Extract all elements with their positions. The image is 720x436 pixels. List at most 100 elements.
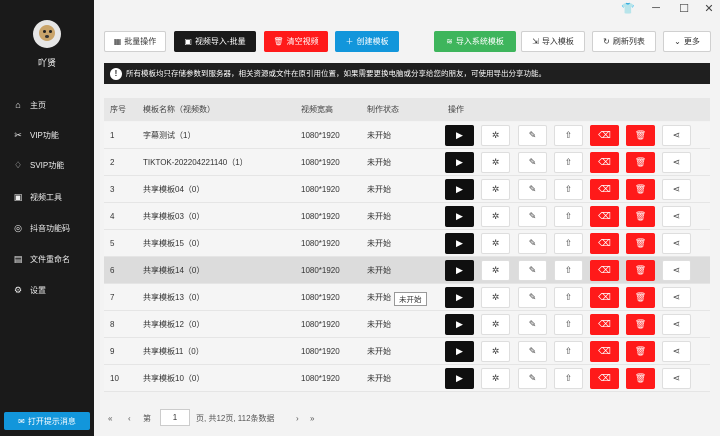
delete-button[interactable]: 🗑 xyxy=(626,260,655,281)
settings-button[interactable]: ✲ xyxy=(481,206,510,227)
share-button[interactable]: ⋖ xyxy=(662,125,691,146)
settings-button[interactable]: ✲ xyxy=(481,125,510,146)
share-button[interactable]: ⋖ xyxy=(662,233,691,254)
batch-operation-button[interactable]: ▦ 批量操作 xyxy=(104,31,166,52)
clear-button[interactable]: ⌫ xyxy=(590,125,619,146)
delete-button[interactable]: 🗑 xyxy=(626,206,655,227)
edit-button[interactable]: ✎ xyxy=(518,233,547,254)
clear-button[interactable]: ⌫ xyxy=(590,206,619,227)
edit-button[interactable]: ✎ xyxy=(518,287,547,308)
edit-button[interactable]: ✎ xyxy=(518,152,547,173)
clear-button[interactable]: ⌫ xyxy=(590,341,619,362)
delete-button[interactable]: 🗑 xyxy=(626,368,655,389)
more-button[interactable]: ⌄ 更多 xyxy=(663,31,711,52)
export-button[interactable]: ⇧ xyxy=(554,233,583,254)
next-page-button[interactable]: › xyxy=(296,408,299,428)
export-button[interactable]: ⇧ xyxy=(554,341,583,362)
delete-button[interactable]: 🗑 xyxy=(626,179,655,200)
table-row[interactable]: 6 共享模板14（0） 1080*1920 未开始 ▶ ✲ ✎ ⇧ ⌫ 🗑 ⋖ xyxy=(104,257,710,284)
edit-button[interactable]: ✎ xyxy=(518,125,547,146)
share-button[interactable]: ⋖ xyxy=(662,260,691,281)
table-row[interactable]: 4 共享模板03（0） 1080*1920 未开始 ▶ ✲ ✎ ⇧ ⌫ 🗑 ⋖ xyxy=(104,203,710,230)
delete-button[interactable]: 🗑 xyxy=(626,125,655,146)
play-button[interactable]: ▶ xyxy=(445,314,474,335)
delete-button[interactable]: 🗑 xyxy=(626,233,655,254)
table-row[interactable]: 10 共享模板10（0） 1080*1920 未开始 ▶ ✲ ✎ ⇧ ⌫ 🗑 ⋖ xyxy=(104,365,710,392)
last-page-button[interactable]: » xyxy=(310,408,314,428)
export-button[interactable]: ⇧ xyxy=(554,206,583,227)
settings-button[interactable]: ✲ xyxy=(481,233,510,254)
play-button[interactable]: ▶ xyxy=(445,341,474,362)
edit-button[interactable]: ✎ xyxy=(518,179,547,200)
close-button[interactable]: ✕ xyxy=(701,2,717,15)
share-button[interactable]: ⋖ xyxy=(662,152,691,173)
minimize-button[interactable]: ─ xyxy=(648,2,664,14)
table-row[interactable]: 1 字幕测试（1） 1080*1920 未开始 ▶ ✲ ✎ ⇧ ⌫ 🗑 ⋖ xyxy=(104,122,710,149)
import-system-template-button[interactable]: ≋ 导入系统模板 xyxy=(434,31,516,52)
edit-button[interactable]: ✎ xyxy=(518,368,547,389)
edit-button[interactable]: ✎ xyxy=(518,314,547,335)
export-button[interactable]: ⇧ xyxy=(554,125,583,146)
share-button[interactable]: ⋖ xyxy=(662,341,691,362)
sidebar-item-5[interactable]: ▤ 文件重命名 xyxy=(12,252,70,266)
import-video-batch-button[interactable]: ▣ 视频导入-批量 xyxy=(174,31,256,52)
settings-button[interactable]: ✲ xyxy=(481,179,510,200)
play-button[interactable]: ▶ xyxy=(445,152,474,173)
play-button[interactable]: ▶ xyxy=(445,368,474,389)
skin-icon[interactable]: 👕 xyxy=(620,2,636,15)
export-button[interactable]: ⇧ xyxy=(554,260,583,281)
table-row[interactable]: 9 共享模板11（0） 1080*1920 未开始 ▶ ✲ ✎ ⇧ ⌫ 🗑 ⋖ xyxy=(104,338,710,365)
delete-button[interactable]: 🗑 xyxy=(626,341,655,362)
sidebar-item-1[interactable]: ✂ VIP功能 xyxy=(12,128,59,142)
settings-button[interactable]: ✲ xyxy=(481,287,510,308)
first-page-button[interactable]: « xyxy=(108,408,112,428)
delete-button[interactable]: 🗑 xyxy=(626,152,655,173)
open-tips-button[interactable]: ✉ 打开提示消息 xyxy=(4,412,90,430)
share-button[interactable]: ⋖ xyxy=(662,368,691,389)
prev-page-button[interactable]: ‹ xyxy=(128,408,131,428)
play-button[interactable]: ▶ xyxy=(445,287,474,308)
import-template-button[interactable]: ⇲ 导入模板 xyxy=(521,31,585,52)
export-button[interactable]: ⇧ xyxy=(554,314,583,335)
sidebar-item-6[interactable]: ⚙ 设置 xyxy=(12,283,46,297)
delete-button[interactable]: 🗑 xyxy=(626,287,655,308)
settings-button[interactable]: ✲ xyxy=(481,152,510,173)
sidebar-item-3[interactable]: ▣ 视频工具 xyxy=(12,190,62,204)
clear-button[interactable]: ⌫ xyxy=(590,368,619,389)
create-template-button[interactable]: ＋创建模板 xyxy=(335,31,399,52)
clear-video-button[interactable]: 🗑 清空视频 xyxy=(264,31,328,52)
play-button[interactable]: ▶ xyxy=(445,206,474,227)
edit-button[interactable]: ✎ xyxy=(518,206,547,227)
page-input[interactable]: 1 xyxy=(160,409,190,426)
export-button[interactable]: ⇧ xyxy=(554,179,583,200)
settings-button[interactable]: ✲ xyxy=(481,260,510,281)
play-button[interactable]: ▶ xyxy=(445,125,474,146)
clear-button[interactable]: ⌫ xyxy=(590,179,619,200)
clear-button[interactable]: ⌫ xyxy=(590,287,619,308)
edit-button[interactable]: ✎ xyxy=(518,341,547,362)
table-row[interactable]: 5 共享模板15（0） 1080*1920 未开始 ▶ ✲ ✎ ⇧ ⌫ 🗑 ⋖ xyxy=(104,230,710,257)
export-button[interactable]: ⇧ xyxy=(554,368,583,389)
clear-button[interactable]: ⌫ xyxy=(590,233,619,254)
play-button[interactable]: ▶ xyxy=(445,233,474,254)
settings-button[interactable]: ✲ xyxy=(481,368,510,389)
play-button[interactable]: ▶ xyxy=(445,260,474,281)
avatar[interactable] xyxy=(33,20,61,48)
clear-button[interactable]: ⌫ xyxy=(590,314,619,335)
refresh-list-button[interactable]: ↻ 刷新列表 xyxy=(592,31,656,52)
sidebar-item-2[interactable]: ♢ SVIP功能 xyxy=(12,158,64,172)
share-button[interactable]: ⋖ xyxy=(662,179,691,200)
settings-button[interactable]: ✲ xyxy=(481,314,510,335)
table-row[interactable]: 8 共享模板12（0） 1080*1920 未开始 ▶ ✲ ✎ ⇧ ⌫ 🗑 ⋖ xyxy=(104,311,710,338)
table-row[interactable]: 3 共享模板04（0） 1080*1920 未开始 ▶ ✲ ✎ ⇧ ⌫ 🗑 ⋖ xyxy=(104,176,710,203)
share-button[interactable]: ⋖ xyxy=(662,206,691,227)
export-button[interactable]: ⇧ xyxy=(554,287,583,308)
table-row[interactable]: 2 TIKTOK-202204221140（1） 1080*1920 未开始 ▶ ✲ ✎ ⇧ ⌫… xyxy=(104,149,710,176)
sidebar-item-0[interactable]: ⌂ 主页 xyxy=(12,98,46,112)
clear-button[interactable]: ⌫ xyxy=(590,152,619,173)
share-button[interactable]: ⋖ xyxy=(662,287,691,308)
settings-button[interactable]: ✲ xyxy=(481,341,510,362)
clear-button[interactable]: ⌫ xyxy=(590,260,619,281)
play-button[interactable]: ▶ xyxy=(445,179,474,200)
edit-button[interactable]: ✎ xyxy=(518,260,547,281)
